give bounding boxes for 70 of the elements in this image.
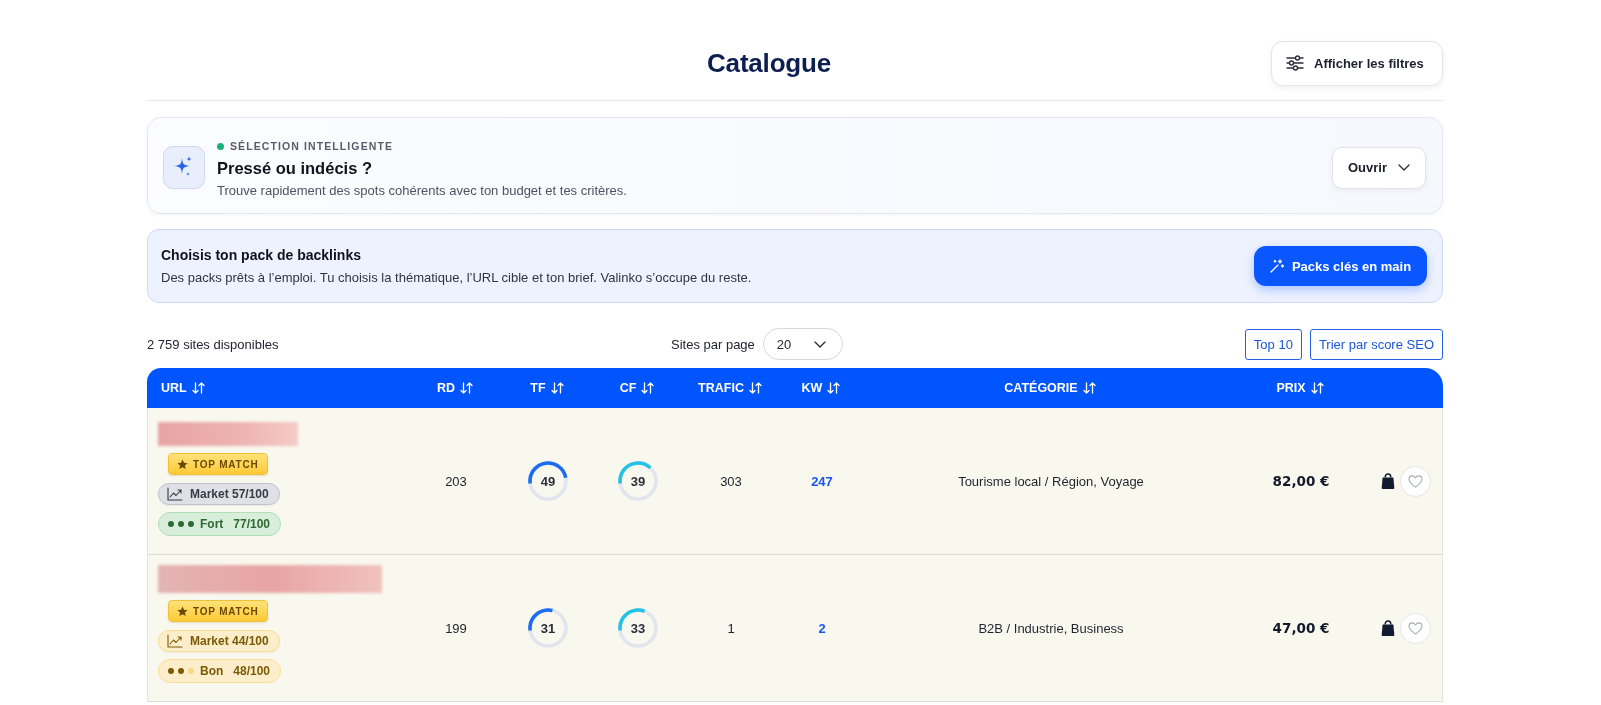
citation-flow-value: 33 [630,620,646,636]
keywords-link[interactable]: 2 [818,620,826,636]
column-header[interactable]: KW [801,381,841,395]
show-filters-button[interactable]: Afficher les filtres [1271,40,1443,86]
category-text: B2B / Industrie, Business [978,620,1124,636]
quality-score: 77/100 [233,517,271,531]
magic-wand-icon [1269,259,1284,273]
open-button[interactable]: Ouvrir [1332,146,1426,189]
shopping-bag-icon[interactable] [1381,620,1395,636]
quality-label: Bon [200,664,224,678]
column-header[interactable]: RD [436,381,474,395]
sort-icon [641,382,655,394]
traffic-value: 1 [727,620,735,636]
heart-icon [1408,474,1423,488]
price-text: 82,00 € [1272,473,1330,489]
trust-flow-gauge [527,460,569,502]
trust-flow-gauge [527,607,569,649]
per-page-label: Sites par page [671,336,755,352]
column-header[interactable]: TF [530,381,564,395]
traffic-value: 303 [720,473,742,489]
citation-flow-value: 39 [630,473,646,489]
referring-domains-value: 199 [445,620,467,636]
chevron-down-icon [813,340,826,348]
section-eyebrow: SÉLECTION INTELLIGENTE [230,140,394,152]
trust-flow-value: 49 [540,473,556,489]
column-header[interactable]: CATÉGORIE [1004,381,1096,395]
banner-description: Des packs prêts à l’emploi. Tu choisis la thématique, l’URL cible et ton brief. Valinko s’occupe du reste. [161,270,752,285]
referring-domains-value: 203 [445,473,467,489]
price-text: 47,00 € [1272,620,1330,636]
results-count: 2 759 sites disponibles [147,336,280,352]
card-title: Pressé ou indécis ? [217,158,373,178]
trend-chart-icon [167,487,183,501]
banner-title: Choisis ton pack de backlinks [161,247,362,263]
keywords-link[interactable]: 247 [811,473,833,489]
star-icon [177,605,188,617]
status-dot-icon [217,142,224,150]
sort-icon [191,382,205,394]
trend-chart-icon [167,634,183,648]
sort-icon [1310,382,1324,394]
column-header[interactable]: TRAFIC [698,381,762,395]
sliders-icon [1286,55,1304,71]
shopping-bag-icon[interactable] [1381,473,1395,489]
category-text: Tourisme local / Région, Voyage [958,473,1144,489]
top-match-label: TOP MATCH [193,605,259,617]
sparkle-icon [163,146,205,189]
chevron-down-icon [1398,164,1410,171]
quality-label: Fort [200,517,224,531]
citation-flow-gauge [617,607,659,649]
sort-icon [748,382,762,394]
sort-icon [550,382,564,394]
per-page-select[interactable]: 20 [762,328,843,360]
sort-icon [460,382,474,394]
column-header[interactable]: CF [619,381,655,395]
page-title: Catalogue [706,47,832,79]
column-header[interactable]: PRIX [1276,381,1324,395]
heart-icon [1408,621,1423,635]
star-icon [177,458,188,470]
market-score-label: Market 44/100 [190,634,269,648]
card-description: Trouve rapidement des spots cohérents avec ton budget et tes critères. [217,182,627,199]
market-score-label: Market 57/100 [190,487,269,501]
column-header[interactable]: URL [161,381,205,395]
citation-flow-gauge [617,460,659,502]
trust-flow-value: 31 [540,620,556,636]
toolbar-button[interactable]: Trier par score SEO [1309,328,1443,360]
toolbar-button[interactable]: Top 10 [1244,328,1302,360]
packs-button[interactable]: Packs clés en main [1254,246,1427,286]
quality-score: 48/100 [233,664,271,678]
top-match-label: TOP MATCH [193,458,259,470]
sort-icon [1082,382,1096,394]
sort-icon [827,382,841,394]
